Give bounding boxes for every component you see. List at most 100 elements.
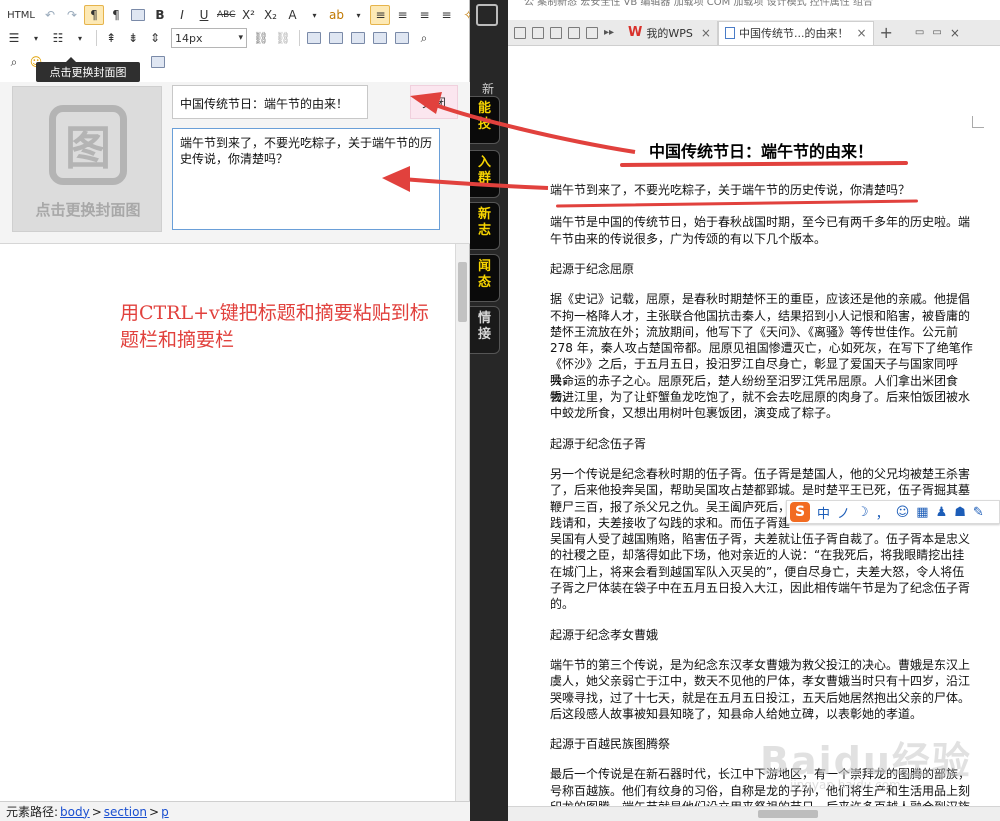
dropdown-arrow-icon[interactable]: ▾ [304,5,324,25]
align-left-icon[interactable]: ≡ [370,5,391,25]
ime-option-icon[interactable]: ノ [837,503,850,522]
path-link-p[interactable]: p [161,805,169,819]
highlight-underline [619,160,909,168]
close-button[interactable]: 关闭 [410,85,458,119]
save-icon[interactable] [532,26,544,39]
font-size-value: 14px [175,31,203,45]
document-page[interactable]: 中国传统节日：端午节的由来！ 端午节到来了，不要光吃粽子，关于端午节的历史传说，… [526,56,996,814]
tab-current-document[interactable]: 中国传统节...的由来！ × [717,20,874,45]
window-restore-icon[interactable] [476,4,498,26]
sogou-ime-toolbar[interactable]: S 中ノ ☽ ， ☺ ▦ ♟ ☗ ✎ [786,500,1000,524]
float-left-icon[interactable] [304,28,324,48]
sogou-logo-icon[interactable]: S [790,502,810,522]
side-panel-strip: 新 能技 入群 新志 闻态 情接 [470,0,508,821]
ordered-list-icon[interactable]: ☰ [4,28,24,48]
print-icon[interactable] [568,26,580,39]
float-none-icon[interactable] [326,28,346,48]
undo-icon[interactable]: ↶ [40,5,60,25]
cover-image-placeholder[interactable]: 图 点击更换封面图 [12,86,162,232]
element-path-bar: 元素路径: body > section > p [0,801,470,821]
ime-option-icon[interactable]: ✎ [973,505,984,520]
ime-option-icon[interactable]: ☺ [896,505,910,520]
ltr-paragraph-icon[interactable]: ¶ [84,5,104,25]
preview-icon[interactable]: ⌕ [4,52,24,72]
side-tab-5[interactable]: 情接 [470,306,500,354]
tab-my-wps[interactable]: W 我的WPS × [622,20,718,45]
redo-icon[interactable]: ↷ [62,5,82,25]
dropdown-arrow-icon[interactable]: ▾ [26,28,46,48]
document-line: 的社稷之臣，却落得如此下场，他对亲近的人说：“在我死后，将我眼睛挖出挂 [550,548,965,563]
close-icon[interactable]: × [701,26,711,40]
toolbar-separator [96,30,97,46]
scrollbar-thumb[interactable] [458,262,467,322]
rtl-paragraph-icon[interactable]: ¶ [106,5,126,25]
summary-textarea[interactable]: 端午节到来了，不要光吃粽子，关于端午节的历史传说，你清楚吗？ [172,128,440,230]
italic-button[interactable]: I [172,5,192,25]
subscript-button[interactable]: X₂ [260,5,280,25]
path-link-section[interactable]: section [104,805,147,819]
ime-option-icon[interactable]: 中 [817,503,830,522]
dropdown-arrow-icon[interactable]: ▾ [70,28,90,48]
superscript-button[interactable]: X² [238,5,258,25]
side-tab-4[interactable]: 闻态 [470,254,500,302]
underline-button[interactable]: U [194,5,214,25]
document-line: 中蛟龙所食，又想出用树叶包裹饭团，演变成了粽子。 [550,406,839,421]
strikethrough-button[interactable]: ABC [216,5,236,25]
html-source-button[interactable]: HTML [4,5,38,25]
link-icon[interactable]: ⛓ [251,28,271,48]
document-line: 了，后来他投奔吴国，帮助吴国攻占楚都郢城。是时楚平王已死，伍子胥掘其墓 [550,483,971,498]
unordered-list-icon[interactable]: ☷ [48,28,68,48]
font-size-select[interactable]: 14px ▾ [171,28,247,48]
document-line: 楚怀王流放在外；流放期间，他写下了《天问》、《离骚》等传世佳作。公元前 [550,324,959,339]
more-icon[interactable]: ▸▸ [604,27,614,38]
path-link-body[interactable]: body [60,805,90,819]
article-meta-panel: 图 点击更换封面图 中国传统节日：端午节的由来！ 关闭 端午节到来了，不要光吃粽… [0,82,470,244]
insert-paragraph-icon[interactable] [128,5,148,25]
document-line: 号称百越族。他们有纹身的习俗，自称是龙的子孙，他们将生产和生活用品上刻 [550,783,971,798]
highlight-underline [555,199,919,208]
insert-table-icon[interactable] [148,52,168,72]
new-tab-icon[interactable]: + [880,23,893,42]
bold-button[interactable]: B [150,5,170,25]
title-input[interactable]: 中国传统节日：端午节的由来！ [172,85,368,119]
tab-label: 我的WPS [646,26,693,40]
row-spacing-bottom-icon[interactable]: ⇟ [123,28,143,48]
close-icon[interactable]: × [856,26,866,40]
editor-vertical-scrollbar[interactable] [455,244,469,801]
font-color-button[interactable]: A [282,5,302,25]
search-replace-icon[interactable]: ⌕ [414,28,434,48]
insert-image-icon[interactable] [392,28,412,48]
ime-option-icon[interactable]: ▦ [916,505,928,520]
align-right-icon[interactable]: ≡ [414,5,434,25]
side-tab-3[interactable]: 新志 [470,202,500,250]
print-preview-icon[interactable] [550,26,562,39]
ime-option-icon[interactable]: ☗ [954,505,966,520]
export-pdf-icon[interactable] [586,26,598,39]
side-tab-1[interactable]: 能技 [470,96,500,144]
align-justify-icon[interactable]: ≡ [436,5,456,25]
minimize-icon[interactable]: ▭ [932,27,941,38]
line-height-icon[interactable]: ⇕ [145,28,165,48]
dropdown-arrow-icon[interactable]: ▾ [348,5,368,25]
ime-option-icon[interactable]: ， [876,503,889,522]
scrollbar-thumb[interactable] [758,810,818,818]
document-line: 子胥之尸体装在袋子中在五月五日投入大江，因此相传端午节是为了纪念伍子胥 [550,581,971,595]
new-doc-icon[interactable] [514,26,526,39]
ime-option-icon[interactable]: ♟ [936,505,948,520]
wps-logo-icon: W [628,25,643,40]
close-window-icon[interactable]: × [950,26,960,40]
image-center-icon[interactable] [370,28,390,48]
side-tab-2[interactable]: 入群 [470,150,500,198]
align-center-icon[interactable]: ≡ [392,5,412,25]
highlight-color-button[interactable]: ab [326,5,346,25]
horizontal-scrollbar[interactable] [508,806,1000,821]
document-line: 的。 [550,597,575,612]
document-title: 中国传统节日：端午节的由来！ [648,142,873,161]
ime-option-icon[interactable]: ☽ [857,505,869,520]
unlink-icon[interactable]: ⛓ [273,28,293,48]
row-spacing-top-icon[interactable]: ⇞ [101,28,121,48]
tooltip: 点击更换封面图 [36,57,140,82]
tab-label: 中国传统节...的由来！ [738,27,849,40]
tablet-mode-icon[interactable]: ▭ [915,27,924,38]
float-right-icon[interactable] [348,28,368,48]
